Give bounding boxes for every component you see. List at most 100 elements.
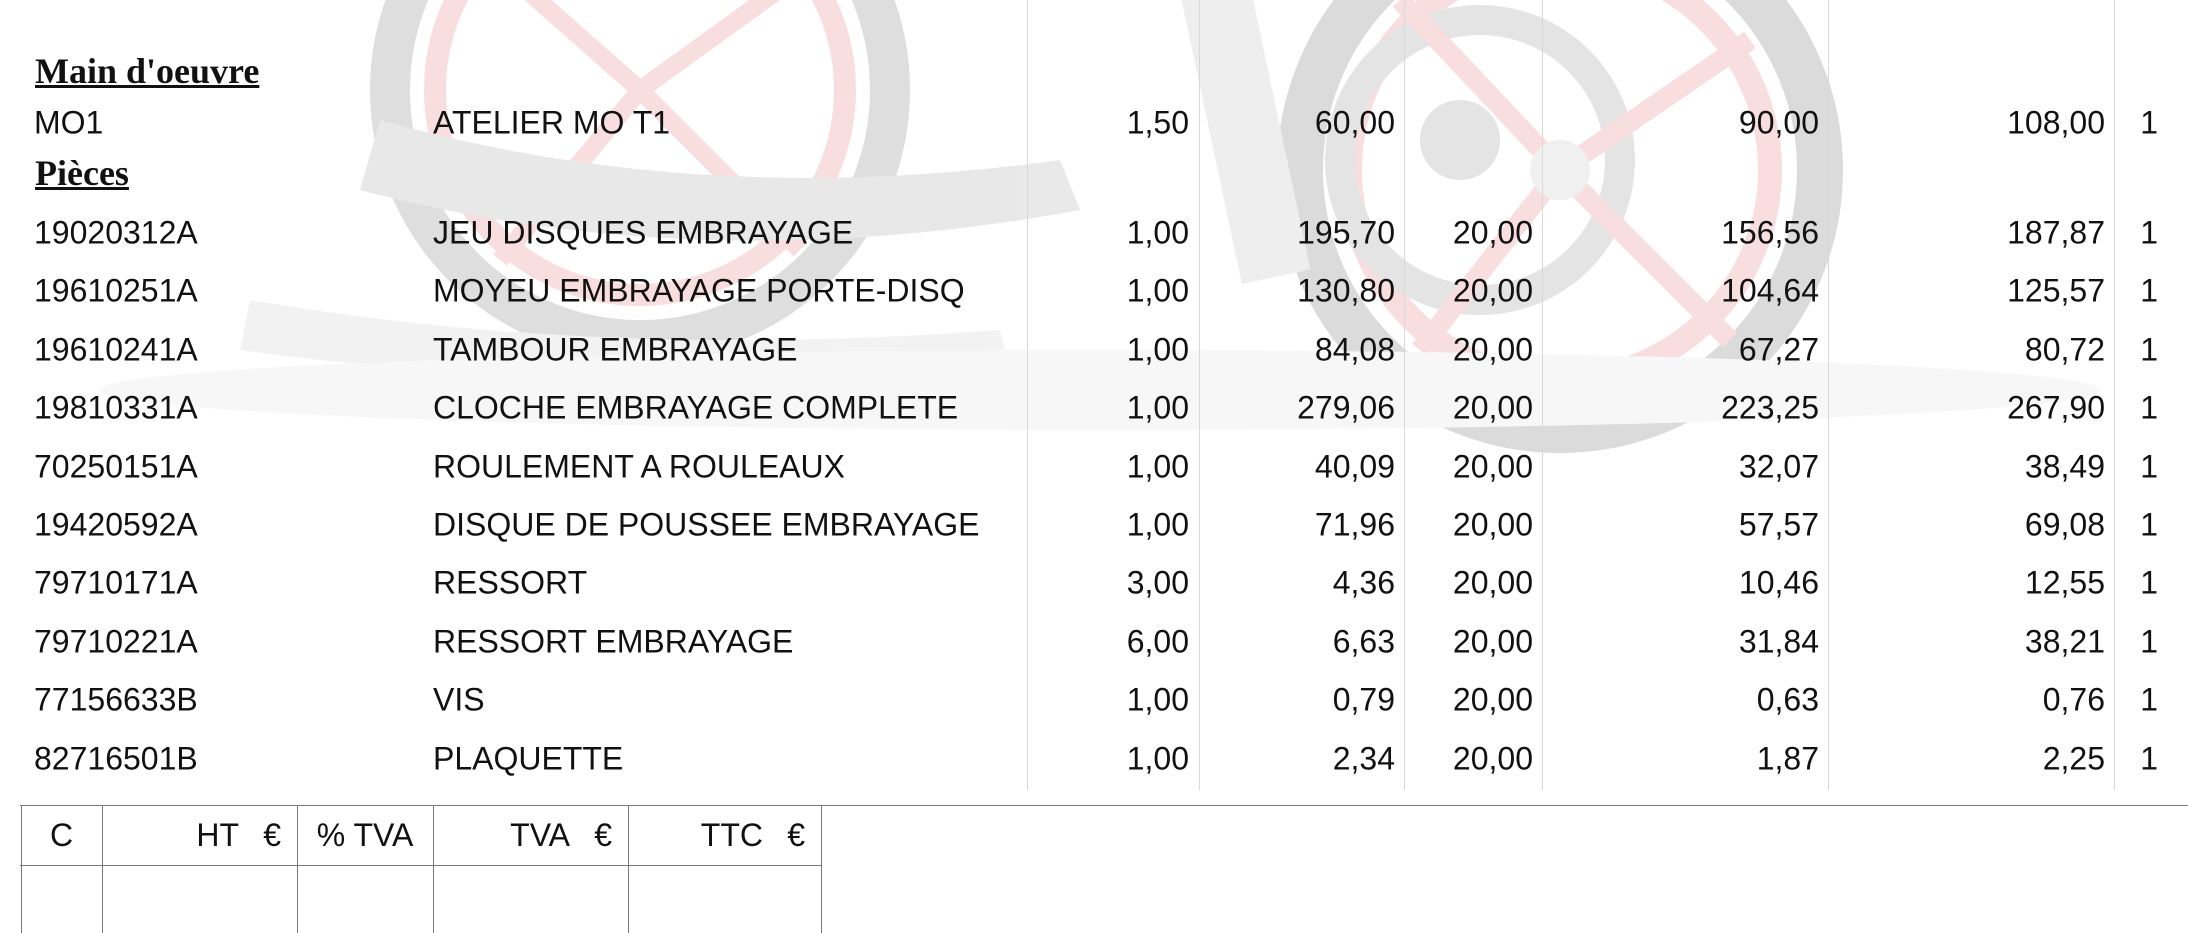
line-quantity: 1,00 (1126, 448, 1189, 485)
table-row: MO1 ATELIER MO T1 1,50 60,00 90,00 108,00 1 (0, 94, 2188, 152)
line-total-ttc: 38,21 (2024, 623, 2105, 660)
line-code: 70250151A (34, 448, 198, 485)
line-total-ht: 0,63 (1756, 681, 1819, 718)
line-flag: 1 (2140, 448, 2158, 485)
line-unit-price: 279,06 (1297, 389, 1395, 426)
line-total-ht: 57,57 (1738, 506, 1819, 543)
line-flag: 1 (2140, 214, 2158, 251)
totals-header-tva: TVA € (510, 816, 612, 853)
line-unit-price: 71,96 (1314, 506, 1395, 543)
line-unit-price: 2,34 (1332, 740, 1395, 777)
line-tva-rate: 20,00 (1452, 506, 1533, 543)
line-total-ttc: 12,55 (2024, 564, 2105, 601)
line-total-ttc: 267,90 (2007, 389, 2105, 426)
line-tva-rate: 20,00 (1452, 331, 1533, 368)
table-row: 82716501B PLAQUETTE 1,00 2,34 20,00 1,87 2,25 1 (0, 730, 2188, 788)
line-unit-price: 84,08 (1314, 331, 1395, 368)
line-description: CLOCHE EMBRAYAGE COMPLETE (433, 389, 959, 426)
section-title-labour: Main d'oeuvre (35, 51, 260, 91)
line-total-ttc: 0,76 (2042, 681, 2105, 718)
line-unit-price: 130,80 (1297, 272, 1395, 309)
line-description: RESSORT EMBRAYAGE (433, 623, 794, 660)
line-description: MOYEU EMBRAYAGE PORTE-DISQ (433, 272, 965, 309)
line-description: JEU DISQUES EMBRAYAGE (433, 214, 854, 251)
table-row: 19420592A DISQUE DE POUSSEE EMBRAYAGE 1,00… (0, 496, 2188, 554)
line-tva-rate: 20,00 (1452, 448, 1533, 485)
table-row: 70250151A ROULEMENT A ROULEAUX 1,00 40,09 20… (0, 438, 2188, 496)
table-row: 19610241A TAMBOUR EMBRAYAGE 1,00 84,08 20,00… (0, 321, 2188, 379)
line-description: PLAQUETTE (433, 740, 624, 777)
line-unit-price: 6,63 (1332, 623, 1395, 660)
line-total-ht: 32,07 (1738, 448, 1819, 485)
totals-header-c: C (49, 816, 74, 853)
line-unit-price: 0,79 (1332, 681, 1395, 718)
line-code: MO1 (34, 104, 104, 141)
line-total-ht: 90,00 (1738, 104, 1819, 141)
totals-table: C HT € % TVA TVA € TTC € (0, 805, 2188, 933)
line-flag: 1 (2140, 389, 2158, 426)
line-tva-rate: 20,00 (1452, 623, 1533, 660)
line-flag: 1 (2140, 272, 2158, 309)
euro-sign: € (594, 816, 612, 853)
line-total-ht: 223,25 (1721, 389, 1819, 426)
line-total-ttc: 69,08 (2024, 506, 2105, 543)
line-description: ROULEMENT A ROULEAUX (433, 448, 845, 485)
table-row: 19610251A MOYEU EMBRAYAGE PORTE-DISQ 1,00 1… (0, 262, 2188, 320)
section-title-parts: Pièces (35, 153, 129, 193)
line-total-ttc: 80,72 (2024, 331, 2105, 368)
line-description: DISQUE DE POUSSEE EMBRAYAGE (433, 506, 980, 543)
line-tva-rate: 20,00 (1452, 564, 1533, 601)
line-flag: 1 (2140, 331, 2158, 368)
line-tva-rate: 20,00 (1452, 740, 1533, 777)
line-quantity: 1,00 (1126, 506, 1189, 543)
line-code: 79710221A (34, 623, 198, 660)
table-row: 19020312A JEU DISQUES EMBRAYAGE 1,00 195,70… (0, 204, 2188, 262)
line-code: 19420592A (34, 506, 198, 543)
line-total-ttc: 187,87 (2007, 214, 2105, 251)
euro-sign: € (787, 816, 805, 853)
line-quantity: 1,00 (1126, 272, 1189, 309)
line-unit-price: 4,36 (1332, 564, 1395, 601)
line-flag: 1 (2140, 564, 2158, 601)
line-total-ttc: 125,57 (2007, 272, 2105, 309)
euro-sign: € (263, 816, 281, 853)
totals-header-ht: HT € (196, 816, 281, 853)
line-description: RESSORT (433, 564, 588, 601)
line-flag: 1 (2140, 104, 2158, 141)
table-row: 79710171A RESSORT 3,00 4,36 20,00 10,46 12,55 1 (0, 554, 2188, 612)
line-unit-price: 195,70 (1297, 214, 1395, 251)
line-code: 19810331A (34, 389, 198, 426)
line-quantity: 1,00 (1126, 214, 1189, 251)
line-quantity: 1,00 (1126, 740, 1189, 777)
line-code: 77156633B (34, 681, 198, 718)
line-description: ATELIER MO T1 (433, 104, 671, 141)
line-quantity: 1,50 (1126, 104, 1189, 141)
line-code: 19610251A (34, 272, 198, 309)
line-quantity: 1,00 (1126, 331, 1189, 368)
line-total-ht: 67,27 (1738, 331, 1819, 368)
line-quantity: 6,00 (1126, 623, 1189, 660)
line-total-ttc: 38,49 (2024, 448, 2105, 485)
line-quantity: 1,00 (1126, 681, 1189, 718)
line-quantity: 3,00 (1126, 564, 1189, 601)
line-total-ttc: 108,00 (2007, 104, 2105, 141)
line-flag: 1 (2140, 623, 2158, 660)
table-row: 19810331A CLOCHE EMBRAYAGE COMPLETE 1,00 27… (0, 379, 2188, 437)
line-description: VIS (433, 681, 485, 718)
line-total-ht: 156,56 (1721, 214, 1819, 251)
line-tva-rate: 20,00 (1452, 272, 1533, 309)
line-flag: 1 (2140, 506, 2158, 543)
line-tva-rate: 20,00 (1452, 681, 1533, 718)
line-code: 79710171A (34, 564, 198, 601)
line-unit-price: 40,09 (1314, 448, 1395, 485)
totals-header-pct-tva: % TVA (316, 816, 414, 853)
table-row: 79710221A RESSORT EMBRAYAGE 6,00 6,63 20,00 3… (0, 613, 2188, 671)
line-flag: 1 (2140, 740, 2158, 777)
line-total-ht: 104,64 (1721, 272, 1819, 309)
line-tva-rate: 20,00 (1452, 214, 1533, 251)
line-unit-price: 60,00 (1314, 104, 1395, 141)
line-quantity: 1,00 (1126, 389, 1189, 426)
line-total-ht: 1,87 (1756, 740, 1819, 777)
line-flag: 1 (2140, 681, 2158, 718)
line-description: TAMBOUR EMBRAYAGE (433, 331, 798, 368)
